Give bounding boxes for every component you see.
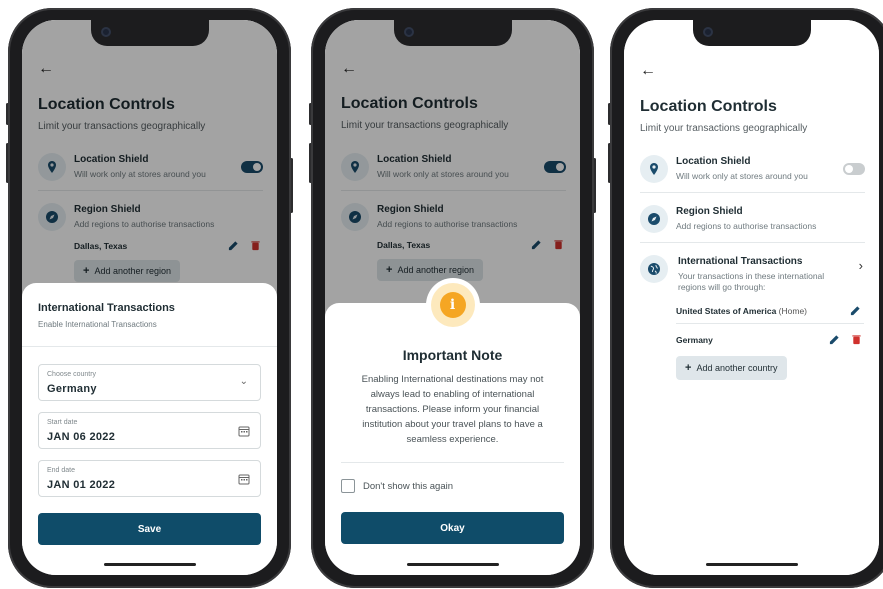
screen-2: ← Location Controls Limit your transacti… bbox=[325, 20, 580, 575]
edit-pencil-icon[interactable] bbox=[829, 334, 840, 345]
screen-1: ← Location Controls Limit your transacti… bbox=[22, 20, 277, 575]
calendar-icon[interactable] bbox=[238, 473, 250, 485]
international-row[interactable]: International Transactions Your transact… bbox=[640, 252, 865, 296]
info-badge: i bbox=[425, 278, 480, 332]
region-shield-subtitle: Add regions to authorise transactions bbox=[676, 221, 817, 231]
back-arrow-icon[interactable]: ← bbox=[640, 62, 656, 80]
dont-show-checkbox[interactable] bbox=[341, 479, 355, 493]
page-subtitle: Limit your transactions geographically bbox=[640, 123, 808, 134]
country-name: United States of America bbox=[676, 306, 777, 316]
location-shield-subtitle: Will work only at stores around you bbox=[676, 171, 808, 181]
international-title: International Transactions bbox=[678, 256, 803, 267]
compass-icon bbox=[640, 205, 668, 233]
screen-3: ← Location Controls Limit your transacti… bbox=[624, 20, 879, 575]
sheet-title: International Transactions bbox=[38, 302, 175, 314]
international-sheet: International Transactions Enable Intern… bbox=[22, 283, 277, 575]
phone-2: ← Location Controls Limit your transacti… bbox=[309, 8, 596, 588]
region-shield-title: Region Shield bbox=[676, 206, 743, 217]
home-indicator[interactable] bbox=[406, 563, 499, 566]
country-item: United States of America (Home) bbox=[676, 306, 807, 316]
important-note-sheet: Important Note Enabling International de… bbox=[325, 303, 580, 575]
end-date-field[interactable]: End date JAN 01 2022 bbox=[38, 460, 261, 497]
location-pin-icon bbox=[640, 155, 668, 183]
add-country-label: Add another country bbox=[696, 363, 778, 373]
home-indicator[interactable] bbox=[103, 563, 196, 566]
country-item: Germany bbox=[676, 335, 713, 345]
country-label: Choose country bbox=[47, 371, 97, 378]
chevron-right-icon[interactable]: › bbox=[859, 258, 863, 273]
save-button[interactable]: Save bbox=[38, 513, 261, 545]
page-title: Location Controls bbox=[640, 98, 777, 115]
add-country-button[interactable]: + Add another country bbox=[676, 356, 787, 380]
globe-icon bbox=[640, 255, 668, 283]
end-date-label: End date bbox=[47, 467, 76, 474]
start-date-label: Start date bbox=[47, 419, 78, 426]
phone-3: ← Location Controls Limit your transacti… bbox=[608, 8, 883, 588]
plus-icon: + bbox=[685, 362, 692, 374]
home-tag: (Home) bbox=[778, 306, 808, 316]
calendar-icon[interactable] bbox=[238, 425, 250, 437]
start-date-value: JAN 06 2022 bbox=[47, 431, 116, 443]
info-icon: i bbox=[439, 292, 466, 318]
okay-button[interactable]: Okay bbox=[341, 512, 564, 544]
note-body: Enabling International destinations may … bbox=[361, 374, 544, 445]
phone-1: ← Location Controls Limit your transacti… bbox=[6, 8, 293, 588]
chevron-down-icon: ⌄ bbox=[239, 376, 248, 387]
location-shield-title: Location Shield bbox=[676, 156, 751, 167]
end-date-value: JAN 01 2022 bbox=[47, 479, 116, 491]
note-title: Important Note bbox=[402, 347, 503, 363]
delete-trash-icon[interactable] bbox=[851, 334, 862, 345]
home-indicator[interactable] bbox=[705, 563, 798, 566]
country-select[interactable]: Choose country Germany ⌄ bbox=[38, 364, 261, 401]
edit-pencil-icon[interactable] bbox=[850, 305, 861, 316]
international-subtitle: Your transactions in these international… bbox=[678, 271, 825, 292]
start-date-field[interactable]: Start date JAN 06 2022 bbox=[38, 412, 261, 449]
region-shield-row[interactable]: Region Shield Add regions to authorise t… bbox=[640, 202, 865, 236]
location-shield-row: Location Shield Will work only at stores… bbox=[640, 152, 865, 186]
country-value: Germany bbox=[47, 383, 97, 395]
sheet-subtitle: Enable International Transactions bbox=[38, 320, 157, 329]
location-shield-toggle[interactable] bbox=[843, 163, 865, 175]
dont-show-label: Don't show this again bbox=[363, 481, 454, 492]
